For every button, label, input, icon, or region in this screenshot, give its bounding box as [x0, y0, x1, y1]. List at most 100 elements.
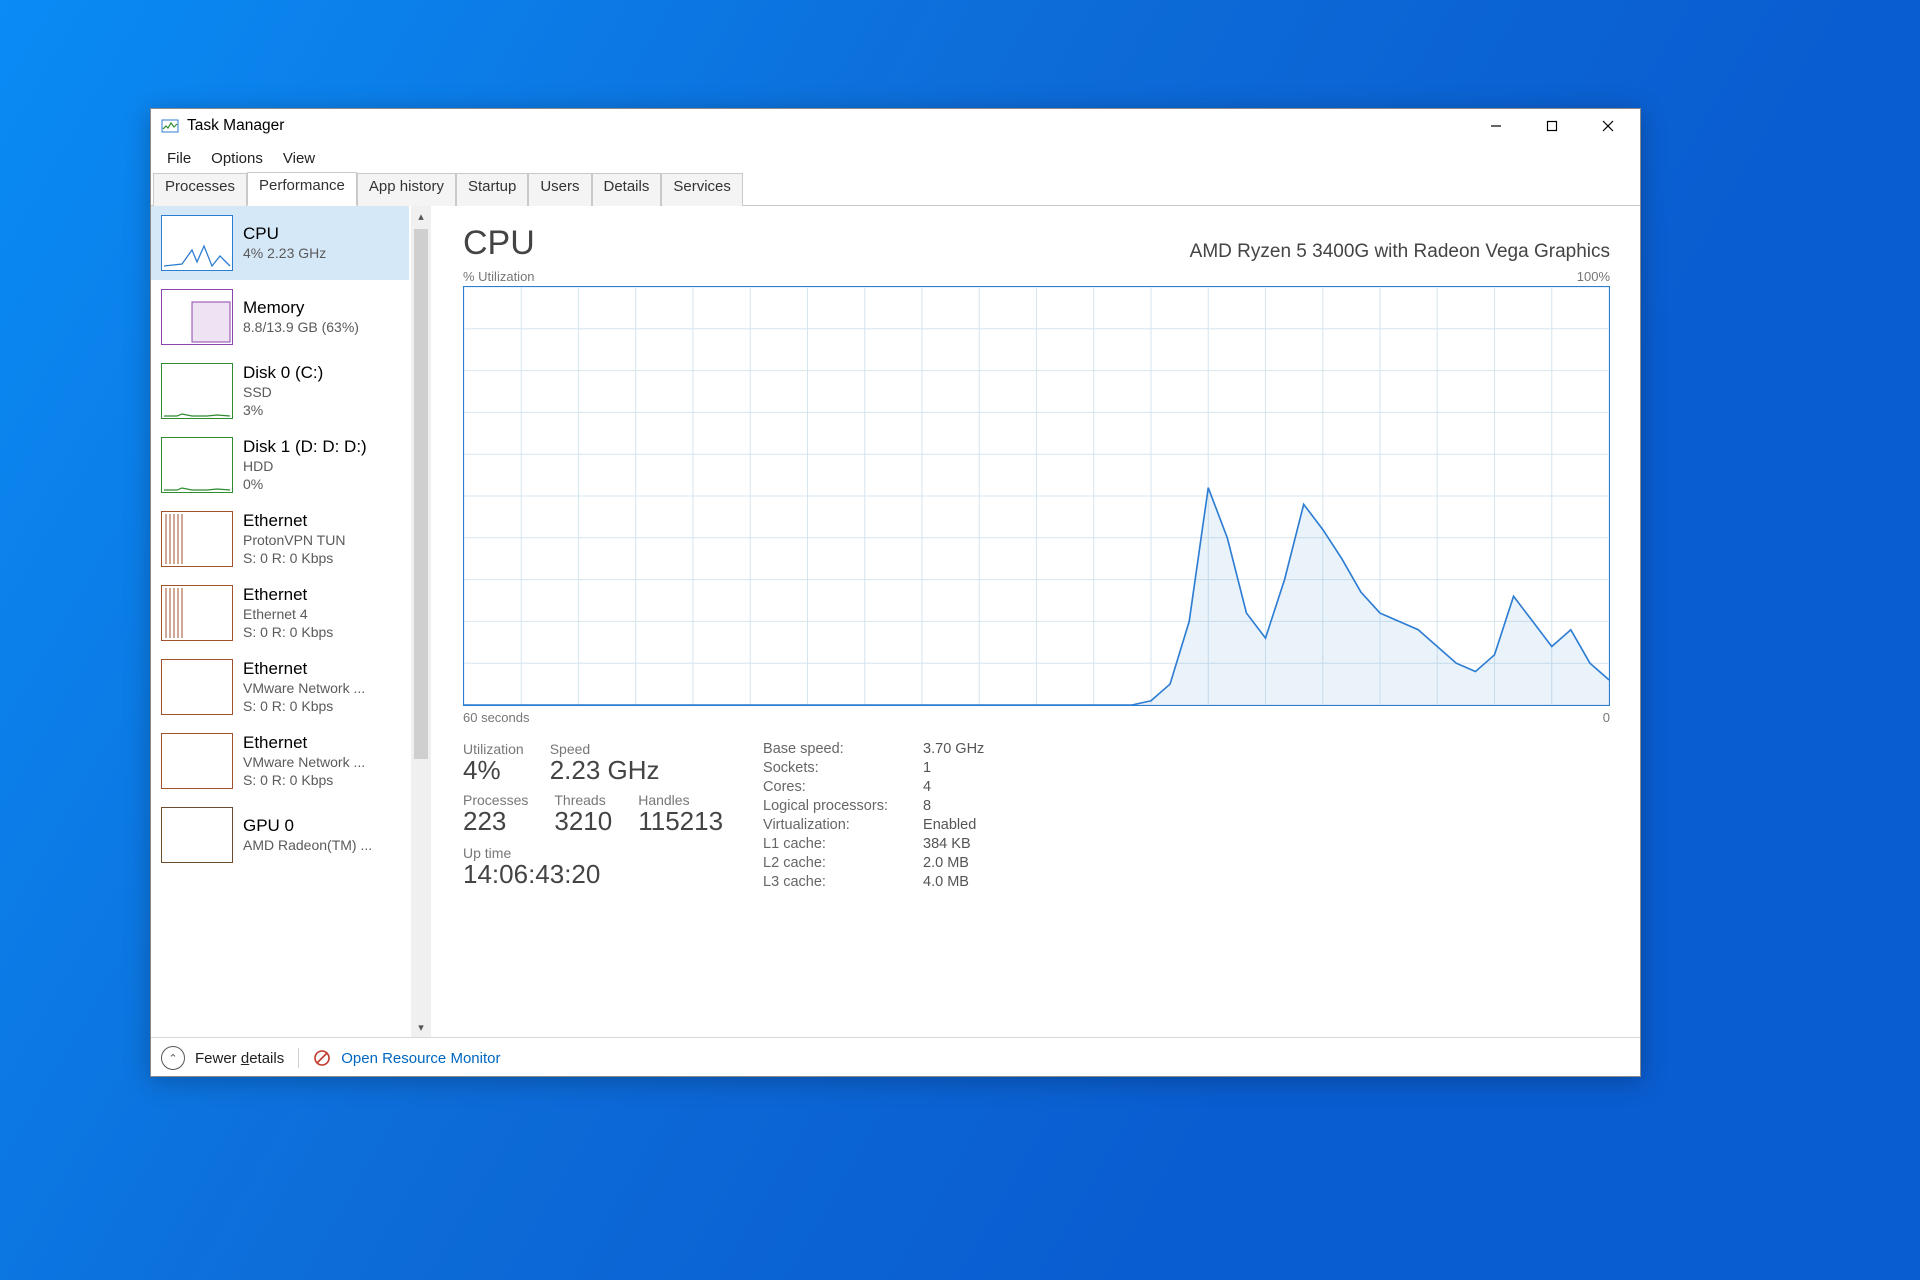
footer: ⌃ Fewer details Open Resource Monitor: [151, 1037, 1640, 1078]
scroll-thumb[interactable]: [414, 229, 428, 759]
sidebar-item-ethernet[interactable]: EthernetProtonVPN TUNS: 0 R: 0 Kbps: [151, 502, 409, 576]
sidebar-scrollbar[interactable]: ▴ ▾: [411, 206, 431, 1037]
sidebar-item-line2: Ethernet 4: [243, 605, 333, 623]
stat-key: Virtualization:: [763, 817, 923, 833]
sidebar-item-ethernet[interactable]: EthernetVMware Network ...S: 0 R: 0 Kbps: [151, 650, 409, 724]
sidebar-item-title: CPU: [243, 224, 326, 244]
stat-threads: Threads 3210: [554, 792, 612, 837]
chevron-up-icon[interactable]: ⌃: [161, 1046, 185, 1070]
sidebar-thumbnail: [161, 511, 233, 567]
menu-options[interactable]: Options: [201, 146, 273, 171]
sidebar-item-line2: 4% 2.23 GHz: [243, 244, 326, 262]
stat-key: Cores:: [763, 779, 923, 795]
sidebar-item-cpu[interactable]: CPU4% 2.23 GHz: [151, 206, 409, 280]
cpu-utilization-chart[interactable]: [463, 286, 1610, 706]
chart-ylabel: % Utilization: [463, 269, 535, 284]
sidebar-item-ethernet[interactable]: EthernetEthernet 4S: 0 R: 0 Kbps: [151, 576, 409, 650]
sidebar-item-memory[interactable]: Memory8.8/13.9 GB (63%): [151, 280, 409, 354]
sidebar-item-line3: S: 0 R: 0 Kbps: [243, 771, 365, 789]
stat-value: 8: [923, 798, 931, 814]
stat-speed: Speed 2.23 GHz: [550, 741, 660, 786]
tab-processes[interactable]: Processes: [153, 173, 247, 206]
sidebar-item-ethernet[interactable]: EthernetVMware Network ...S: 0 R: 0 Kbps: [151, 724, 409, 798]
cpu-stats: Utilization 4% Speed 2.23 GHz Processes …: [463, 741, 1610, 890]
stat-value: 1: [923, 760, 931, 776]
sidebar-item-disk-1-d-d-d-[interactable]: Disk 1 (D: D: D:)HDD0%: [151, 428, 409, 502]
fewer-details-link[interactable]: Fewer details: [195, 1050, 284, 1067]
stat-key: L2 cache:: [763, 855, 923, 871]
sidebar-item-title: Ethernet: [243, 511, 345, 531]
stat-pair: Base speed:3.70 GHz: [763, 741, 984, 757]
stat-key: Base speed:: [763, 741, 923, 757]
maximize-button[interactable]: [1524, 109, 1580, 143]
performance-sidebar: CPU4% 2.23 GHzMemory8.8/13.9 GB (63%)Dis…: [151, 206, 431, 1037]
stat-key: L3 cache:: [763, 874, 923, 890]
sidebar-item-line2: ProtonVPN TUN: [243, 531, 345, 549]
sidebar-item-line2: 8.8/13.9 GB (63%): [243, 318, 359, 336]
stat-key: L1 cache:: [763, 836, 923, 852]
sidebar-item-gpu-0[interactable]: GPU 0AMD Radeon(TM) ...: [151, 798, 409, 872]
stat-uptime: Up time 14:06:43:20: [463, 845, 723, 890]
sidebar-item-title: GPU 0: [243, 816, 372, 836]
sidebar-item-disk-0-c-[interactable]: Disk 0 (C:)SSD3%: [151, 354, 409, 428]
task-manager-icon: [161, 117, 179, 135]
stat-value: 4.0 MB: [923, 874, 969, 890]
chart-xlabel-left: 60 seconds: [463, 710, 530, 725]
window-title: Task Manager: [187, 117, 284, 135]
stat-value: Enabled: [923, 817, 976, 833]
scroll-up-icon[interactable]: ▴: [411, 206, 431, 226]
sidebar-item-title: Ethernet: [243, 659, 365, 679]
sidebar-item-title: Disk 1 (D: D: D:): [243, 437, 367, 457]
sidebar-thumbnail: [161, 659, 233, 715]
stat-key: Sockets:: [763, 760, 923, 776]
stat-pair: L1 cache:384 KB: [763, 836, 984, 852]
tab-services[interactable]: Services: [661, 173, 743, 206]
sidebar-thumbnail: [161, 807, 233, 863]
stat-pair: Cores:4: [763, 779, 984, 795]
sidebar-item-line2: SSD: [243, 383, 323, 401]
sidebar-item-line2: VMware Network ...: [243, 679, 365, 697]
footer-separator: [298, 1048, 299, 1068]
stat-pair: L3 cache:4.0 MB: [763, 874, 984, 890]
stat-processes: Processes 223: [463, 792, 528, 837]
sidebar-item-title: Ethernet: [243, 585, 333, 605]
sidebar-thumbnail: [161, 215, 233, 271]
sidebar-item-line3: 3%: [243, 401, 323, 419]
sidebar-item-line3: S: 0 R: 0 Kbps: [243, 697, 365, 715]
stat-pair: Logical processors:8: [763, 798, 984, 814]
stat-value: 384 KB: [923, 836, 971, 852]
menu-file[interactable]: File: [157, 146, 201, 171]
sidebar-item-line2: HDD: [243, 457, 367, 475]
close-button[interactable]: [1580, 109, 1636, 143]
stat-pair: Virtualization:Enabled: [763, 817, 984, 833]
tab-performance[interactable]: Performance: [247, 172, 357, 206]
stat-value: 4: [923, 779, 931, 795]
task-manager-window: Task Manager File Options View Processes…: [150, 108, 1641, 1077]
open-resource-monitor-link[interactable]: Open Resource Monitor: [341, 1050, 500, 1067]
sidebar-item-title: Memory: [243, 298, 359, 318]
tab-app-history[interactable]: App history: [357, 173, 456, 206]
cpu-name: AMD Ryzen 5 3400G with Radeon Vega Graph…: [1190, 241, 1610, 263]
menubar: File Options View: [151, 143, 1640, 173]
stat-pair: Sockets:1: [763, 760, 984, 776]
stat-pair: L2 cache:2.0 MB: [763, 855, 984, 871]
stat-value: 2.0 MB: [923, 855, 969, 871]
menu-view[interactable]: View: [273, 146, 325, 171]
sidebar-item-line3: S: 0 R: 0 Kbps: [243, 623, 333, 641]
sidebar-item-title: Ethernet: [243, 733, 365, 753]
scroll-track[interactable]: [411, 226, 431, 1017]
sidebar-thumbnail: [161, 437, 233, 493]
tab-users[interactable]: Users: [528, 173, 591, 206]
sidebar-thumbnail: [161, 363, 233, 419]
sidebar-thumbnail: [161, 289, 233, 345]
chart-xlabel-right: 0: [1603, 710, 1610, 725]
sidebar-item-title: Disk 0 (C:): [243, 363, 323, 383]
sidebar-item-line2: AMD Radeon(TM) ...: [243, 836, 372, 854]
tab-startup[interactable]: Startup: [456, 173, 528, 206]
tab-details[interactable]: Details: [592, 173, 662, 206]
performance-main: CPU AMD Ryzen 5 3400G with Radeon Vega G…: [431, 206, 1640, 1037]
stat-key: Logical processors:: [763, 798, 923, 814]
scroll-down-icon[interactable]: ▾: [411, 1017, 431, 1037]
stat-value: 3.70 GHz: [923, 741, 984, 757]
minimize-button[interactable]: [1468, 109, 1524, 143]
